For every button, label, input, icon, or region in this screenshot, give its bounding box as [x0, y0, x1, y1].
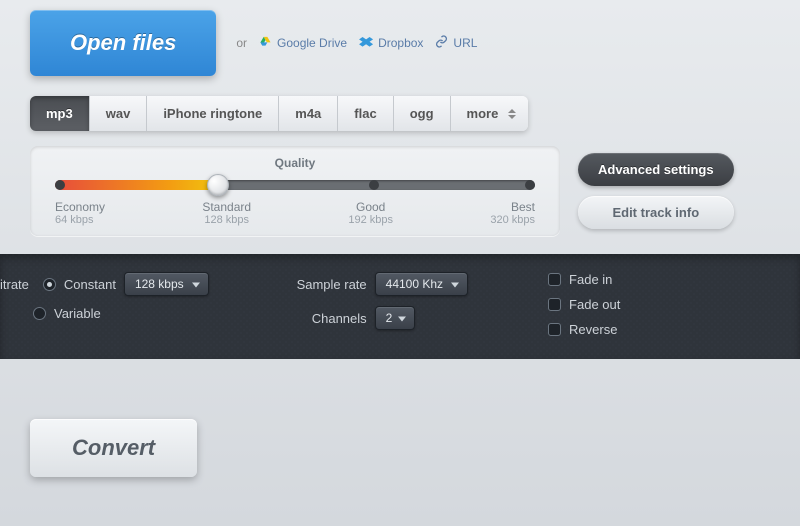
- dropbox-label: Dropbox: [378, 36, 423, 50]
- quality-stop-rate: 320 kbps: [490, 214, 535, 226]
- fade-in-label: Fade in: [569, 272, 612, 287]
- slider-stop-good: [369, 180, 379, 190]
- quality-title: Quality: [55, 156, 535, 170]
- or-label: or: [236, 36, 247, 50]
- bitrate-select[interactable]: 128 kbps: [124, 272, 209, 296]
- format-tab-more-label: more: [467, 106, 499, 121]
- url-label: URL: [453, 36, 477, 50]
- url-link[interactable]: URL: [435, 35, 477, 51]
- quality-stop-rate: 128 kbps: [202, 214, 251, 226]
- channels-select[interactable]: 2: [375, 306, 416, 330]
- convert-section: Convert: [0, 359, 800, 477]
- google-drive-icon: [259, 36, 272, 50]
- fade-in-checkbox[interactable]: [548, 273, 561, 286]
- quality-stop-rate: 192 kbps: [348, 214, 393, 226]
- bitrate-variable-radio[interactable]: [33, 307, 46, 320]
- quality-stop-name: Best: [490, 200, 535, 214]
- format-tabs: mp3 wav iPhone ringtone m4a flac ogg mor…: [30, 96, 528, 131]
- bitrate-variable-label: Variable: [54, 306, 101, 321]
- sample-rate-select[interactable]: 44100 Khz: [375, 272, 468, 296]
- sample-channels-column: Sample rate 44100 Khz Channels 2: [289, 272, 468, 330]
- format-tab-iphone-ringtone[interactable]: iPhone ringtone: [147, 96, 279, 131]
- quality-stop-name: Good: [348, 200, 393, 214]
- link-icon: [435, 35, 448, 51]
- chevron-updown-icon: [508, 109, 516, 119]
- dropbox-link[interactable]: Dropbox: [359, 36, 423, 50]
- effects-column: Fade in Fade out Reverse: [548, 272, 620, 337]
- google-drive-link[interactable]: Google Drive: [259, 36, 347, 50]
- slider-labels: Economy 64 kbps Standard 128 kbps Good 1…: [55, 200, 535, 226]
- convert-button[interactable]: Convert: [30, 419, 197, 477]
- side-buttons: Advanced settings Edit track info: [578, 153, 734, 229]
- bitrate-constant-label: Constant: [64, 277, 116, 292]
- quality-stop-name: Economy: [55, 200, 105, 214]
- slider-fill: [55, 180, 218, 190]
- quality-stop-standard: Standard 128 kbps: [202, 200, 251, 226]
- dropbox-icon: [359, 37, 373, 49]
- reverse-label: Reverse: [569, 322, 617, 337]
- format-tab-wav[interactable]: wav: [90, 96, 148, 131]
- format-tab-ogg[interactable]: ogg: [394, 96, 451, 131]
- edit-track-info-button[interactable]: Edit track info: [578, 196, 734, 229]
- quality-stop-best: Best 320 kbps: [490, 200, 535, 226]
- quality-stop-good: Good 192 kbps: [348, 200, 393, 226]
- bitrate-label: itrate: [0, 277, 29, 292]
- channels-label: Channels: [289, 311, 367, 326]
- quality-slider[interactable]: [55, 180, 535, 190]
- slider-handle[interactable]: [207, 174, 229, 196]
- slider-stop-economy: [55, 180, 65, 190]
- fade-out-label: Fade out: [569, 297, 620, 312]
- format-tab-mp3[interactable]: mp3: [30, 96, 90, 131]
- quality-stop-name: Standard: [202, 200, 251, 214]
- format-tab-more[interactable]: more: [451, 96, 529, 131]
- fade-out-checkbox[interactable]: [548, 298, 561, 311]
- sample-rate-label: Sample rate: [289, 277, 367, 292]
- reverse-checkbox[interactable]: [548, 323, 561, 336]
- advanced-panel: itrate Constant 128 kbps Variable Sample…: [0, 254, 800, 359]
- quality-panel: Quality Economy 64 kbps Standard 128 kbp…: [30, 146, 560, 236]
- advanced-settings-button[interactable]: Advanced settings: [578, 153, 734, 186]
- google-drive-label: Google Drive: [277, 36, 347, 50]
- format-tabs-section: mp3 wav iPhone ringtone m4a flac ogg mor…: [0, 96, 800, 146]
- slider-stop-best: [525, 180, 535, 190]
- bitrate-constant-radio[interactable]: [43, 278, 56, 291]
- format-tab-flac[interactable]: flac: [338, 96, 393, 131]
- open-files-button[interactable]: Open files: [30, 10, 216, 76]
- source-section: Open files or Google Drive Dropbox URL: [0, 0, 800, 96]
- bitrate-column: itrate Constant 128 kbps Variable: [0, 272, 209, 321]
- format-tab-m4a[interactable]: m4a: [279, 96, 338, 131]
- quality-stop-rate: 64 kbps: [55, 214, 105, 226]
- quality-stop-economy: Economy 64 kbps: [55, 200, 105, 226]
- source-links: or Google Drive Dropbox URL: [236, 35, 477, 51]
- quality-row: Quality Economy 64 kbps Standard 128 kbp…: [0, 146, 800, 254]
